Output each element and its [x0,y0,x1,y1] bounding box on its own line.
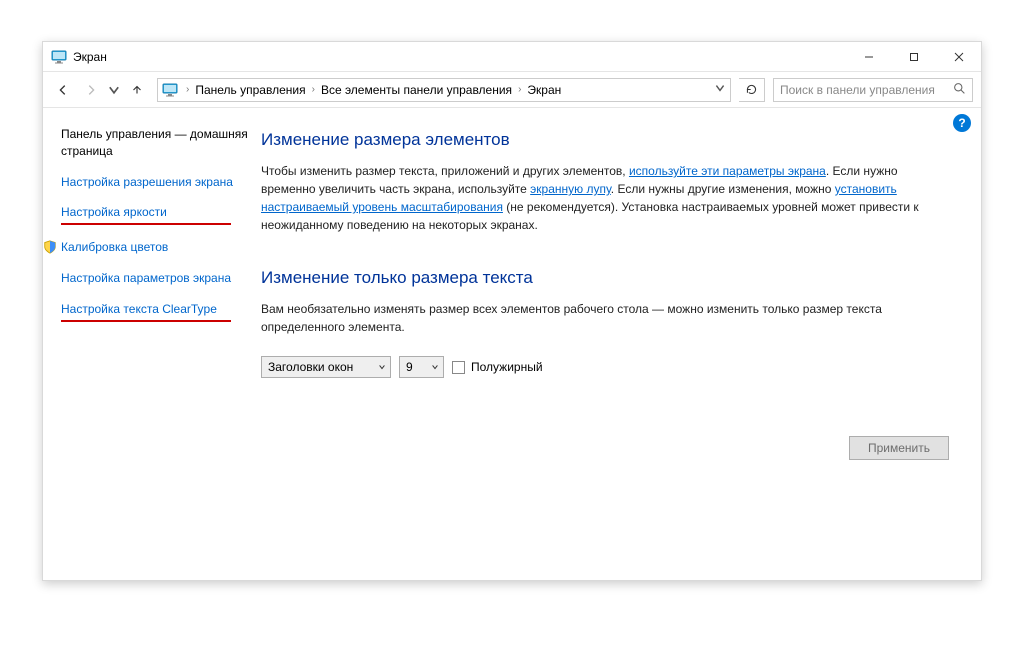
main-panel: Изменение размера элементов Чтобы измени… [253,108,981,580]
link-display-settings[interactable]: используйте эти параметры экрана [629,164,826,178]
bold-checkbox-label[interactable]: Полужирный [452,360,543,374]
bold-checkbox[interactable] [452,361,465,374]
monitor-icon [162,82,178,98]
sidebar-item-display-params[interactable]: Настройка параметров экрана [61,270,231,287]
sidebar-home[interactable]: Панель управления — домашняя страница [61,126,249,160]
font-size-combo[interactable]: 9 [399,356,444,378]
monitor-icon [51,49,67,65]
bold-label-text: Полужирный [471,360,543,374]
heading-resize-elements: Изменение размера элементов [261,130,953,150]
address-bar[interactable]: › Панель управления › Все элементы панел… [157,78,731,102]
search-box[interactable] [773,78,973,102]
paragraph-text-only: Вам необязательно изменять размер всех э… [261,300,953,336]
shield-icon [43,240,57,254]
forward-button[interactable] [79,78,103,102]
chevron-right-icon[interactable]: › [514,84,525,95]
minimize-button[interactable] [846,42,891,71]
maximize-button[interactable] [891,42,936,71]
chevron-down-icon [378,360,386,374]
breadcrumb-item[interactable]: Панель управления [193,83,307,97]
sidebar-item-resolution[interactable]: Настройка разрешения экрана [61,174,233,191]
search-input[interactable] [780,83,953,97]
paragraph-resize-info: Чтобы изменить размер текста, приложений… [261,162,953,234]
chevron-right-icon[interactable]: › [308,84,319,95]
chevron-down-icon[interactable] [714,82,726,97]
sidebar-item-color-calibration[interactable]: Калибровка цветов [61,239,168,256]
heading-text-only: Изменение только размера текста [261,268,953,288]
close-button[interactable] [936,42,981,71]
chevron-down-icon [431,360,439,374]
back-button[interactable] [51,78,75,102]
sidebar-item-cleartype[interactable]: Настройка текста ClearType [61,301,217,318]
element-type-combo[interactable]: Заголовки окон [261,356,391,378]
help-button[interactable]: ? [953,114,971,132]
sidebar-item-brightness[interactable]: Настройка яркости [61,204,167,221]
link-magnifier[interactable]: экранную лупу [530,182,611,196]
breadcrumb-item[interactable]: Экран [525,83,563,97]
titlebar: Экран [43,42,981,72]
navbar: › Панель управления › Все элементы панел… [43,72,981,108]
search-icon[interactable] [953,82,966,98]
sidebar: Панель управления — домашняя страница На… [43,108,253,580]
chevron-right-icon[interactable]: › [182,84,193,95]
recent-dropdown[interactable] [107,78,121,102]
text-size-controls: Заголовки окон 9 Полужирный [261,356,953,378]
combo-value: 9 [406,360,413,374]
window-title: Экран [73,50,846,64]
combo-value: Заголовки окон [268,360,353,374]
content-area: ? Панель управления — домашняя страница … [43,108,981,580]
control-panel-window: Экран › [42,41,982,581]
apply-button[interactable]: Применить [849,436,949,460]
refresh-button[interactable] [739,78,765,102]
breadcrumb-item[interactable]: Все элементы панели управления [319,83,514,97]
up-button[interactable] [125,78,149,102]
